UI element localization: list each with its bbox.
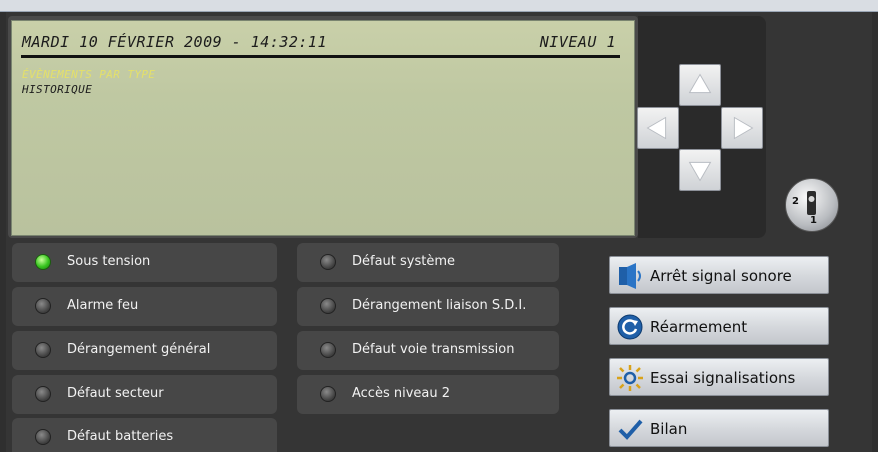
led-icon	[35, 298, 51, 314]
essai-signalisations-button[interactable]: Essai signalisations	[609, 358, 829, 396]
indicator-acces-niveau-2: Accès niveau 2	[297, 375, 559, 414]
button-label: Arrêt signal sonore	[650, 267, 792, 285]
indicator-label: Défaut batteries	[67, 429, 174, 444]
led-icon	[35, 386, 51, 402]
bilan-button[interactable]: Bilan	[609, 409, 829, 447]
indicator-label: Défaut secteur	[67, 386, 164, 401]
lcd-datetime: MARDI 10 FÉVRIER 2009 - 14:32:11	[22, 33, 327, 51]
arrow-right-button[interactable]	[721, 107, 763, 149]
button-label: Bilan	[650, 420, 688, 438]
led-icon	[320, 254, 336, 270]
indicator-label: Défaut voie transmission	[352, 342, 515, 357]
indicator-alarme-feu: Alarme feu	[12, 287, 277, 326]
button-label: Réarmement	[650, 318, 748, 336]
led-icon	[35, 342, 51, 358]
speaker-icon	[619, 263, 641, 289]
checkmark-icon	[618, 419, 643, 440]
arrow-up-icon	[688, 73, 712, 94]
indicator-label: Dérangement général	[67, 342, 211, 357]
lcd-menu-item[interactable]: HISTORIQUE	[22, 83, 92, 96]
arrow-right-icon	[733, 116, 754, 140]
arrow-left-icon	[646, 116, 667, 140]
lcd-menu-selected[interactable]: ÉVÈNEMENTS PAR TYPE	[22, 68, 155, 81]
button-label: Essai signalisations	[650, 369, 796, 387]
indicator-label: Dérangement liaison S.D.I.	[352, 298, 527, 313]
indicator-defaut-batteries: Défaut batteries	[12, 418, 277, 452]
led-icon	[320, 342, 336, 358]
arrow-down-icon	[688, 161, 712, 182]
rearmement-button[interactable]: Réarmement	[609, 307, 829, 345]
indicator-defaut-voie-transmission: Défaut voie transmission	[297, 331, 559, 370]
lcd-level: NIVEAU 1	[539, 33, 616, 51]
lcd-display: MARDI 10 FÉVRIER 2009 - 14:32:11 NIVEAU …	[11, 20, 635, 236]
indicator-defaut-systeme: Défaut système	[297, 243, 559, 282]
indicator-derangement-liaison-sdi: Dérangement liaison S.D.I.	[297, 287, 559, 326]
led-icon	[35, 254, 51, 270]
indicator-derangement-general: Dérangement général	[12, 331, 277, 370]
reset-icon	[617, 314, 643, 340]
light-test-icon	[617, 365, 643, 391]
indicator-label: Alarme feu	[67, 298, 139, 313]
indicator-label: Accès niveau 2	[352, 386, 451, 401]
arrow-up-button[interactable]	[679, 64, 721, 106]
arrow-left-button[interactable]	[637, 107, 679, 149]
key-position-label-b: 1	[810, 215, 817, 226]
window-top-border	[0, 0, 878, 12]
indicator-sous-tension: Sous tension	[12, 243, 277, 282]
indicator-defaut-secteur: Défaut secteur	[12, 375, 277, 414]
led-icon	[320, 386, 336, 402]
led-icon	[320, 298, 336, 314]
indicator-label: Sous tension	[67, 254, 151, 269]
indicator-label: Défaut système	[352, 254, 456, 269]
led-icon	[35, 429, 51, 445]
lcd-header-rule	[21, 55, 620, 58]
arrow-down-button[interactable]	[679, 149, 721, 191]
arret-signal-sonore-button[interactable]: Arrêt signal sonore	[609, 256, 829, 294]
key-switch[interactable]: 2 1	[785, 178, 839, 232]
